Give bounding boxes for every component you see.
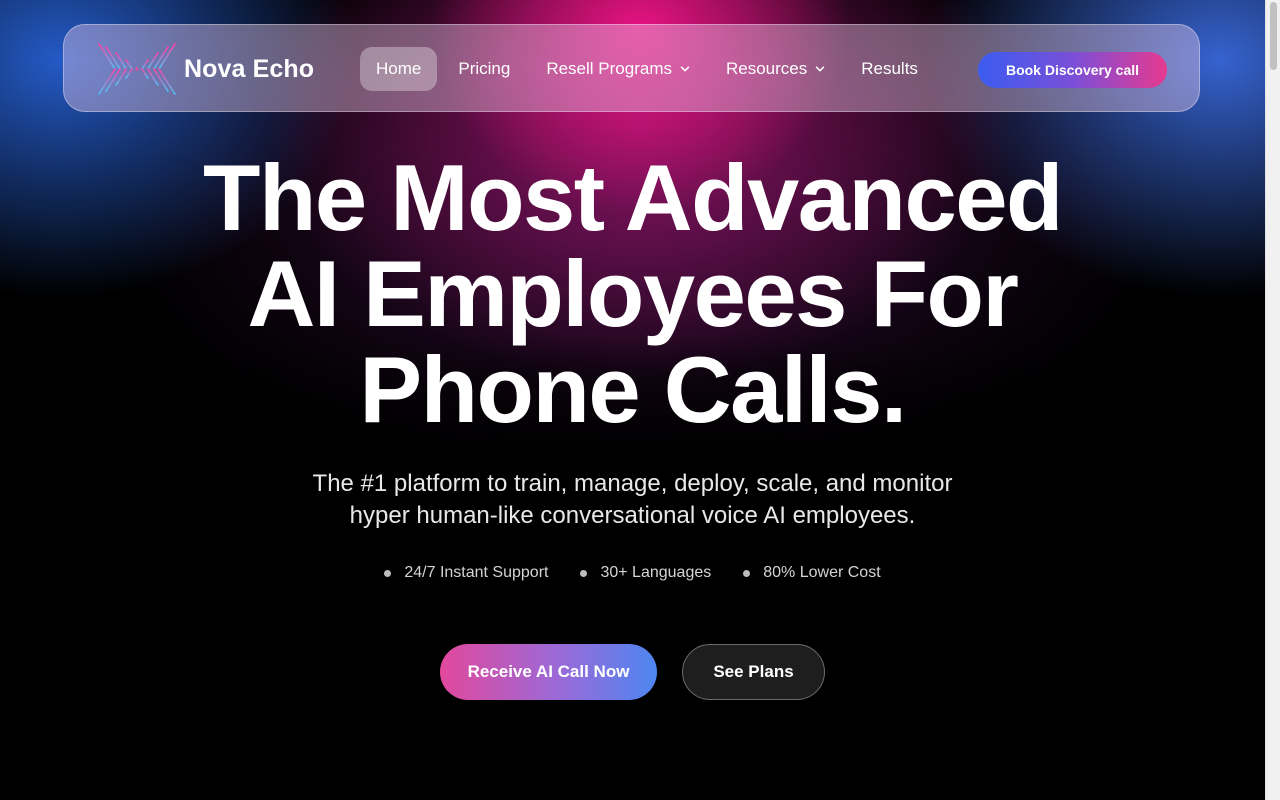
nav-item-label: Results [861,59,918,78]
nav-item-label: Resources [725,59,808,78]
page: Nova Echo Home Pricing Resell Programs R… [0,0,1265,800]
brand-link[interactable]: Nova Echo [96,41,314,97]
book-discovery-call-button[interactable]: Book Discovery call [978,52,1167,88]
hero-title: The Most Advanced AI Employees For Phone… [0,150,1265,438]
hero-subtitle: The #1 platform to train, manage, deploy… [0,468,1265,532]
hero-title-line: AI Employees For [247,241,1020,346]
feature-item: 80% Lower Cost [743,564,881,582]
navbar: Nova Echo Home Pricing Resell Programs R… [63,24,1200,112]
chevron-down-icon [816,66,825,72]
feature-label: 24/7 Instant Support [404,564,549,581]
nav-item-pricing[interactable]: Pricing [441,47,527,91]
feature-label: 80% Lower Cost [763,564,881,581]
hero-title-line: Phone Calls. [359,337,907,442]
feature-item: 24/7 Instant Support [384,564,548,582]
scrollbar-thumb[interactable] [1270,2,1277,70]
hero-title-line: The Most Advanced [203,145,1063,250]
chevron-down-icon [680,66,690,72]
bullet-dot-icon [743,569,751,577]
nav-item-home[interactable]: Home [360,47,438,91]
nav-links: Home Pricing Resell Programs Resources R… [360,47,935,91]
nav-item-resources[interactable]: Resources [709,47,842,91]
nav-item-results[interactable]: Results [844,47,935,91]
feature-label: 30+ Languages [600,564,712,581]
brand-name: Nova Echo [184,54,315,83]
feature-list: 24/7 Instant Support 30+ Languages 80% L… [0,564,1265,582]
nav-item-resell-programs[interactable]: Resell Programs [529,47,707,91]
bullet-dot-icon [580,569,588,577]
receive-ai-call-button[interactable]: Receive AI Call Now [440,644,657,700]
feature-item: 30+ Languages [580,564,711,582]
hero-subtitle-line: The #1 platform to train, manage, deploy… [312,470,953,497]
sound-wave-logo-icon [98,43,176,95]
nav-item-label: Home [376,59,422,78]
nav-item-label: Pricing [458,59,511,78]
see-plans-button[interactable]: See Plans [682,644,825,700]
bullet-dot-icon [384,569,392,577]
page-scrollbar[interactable] [1265,0,1280,800]
hero-subtitle-line: hyper human-like conversational voice AI… [349,502,916,529]
nav-item-label: Resell Programs [546,59,672,78]
